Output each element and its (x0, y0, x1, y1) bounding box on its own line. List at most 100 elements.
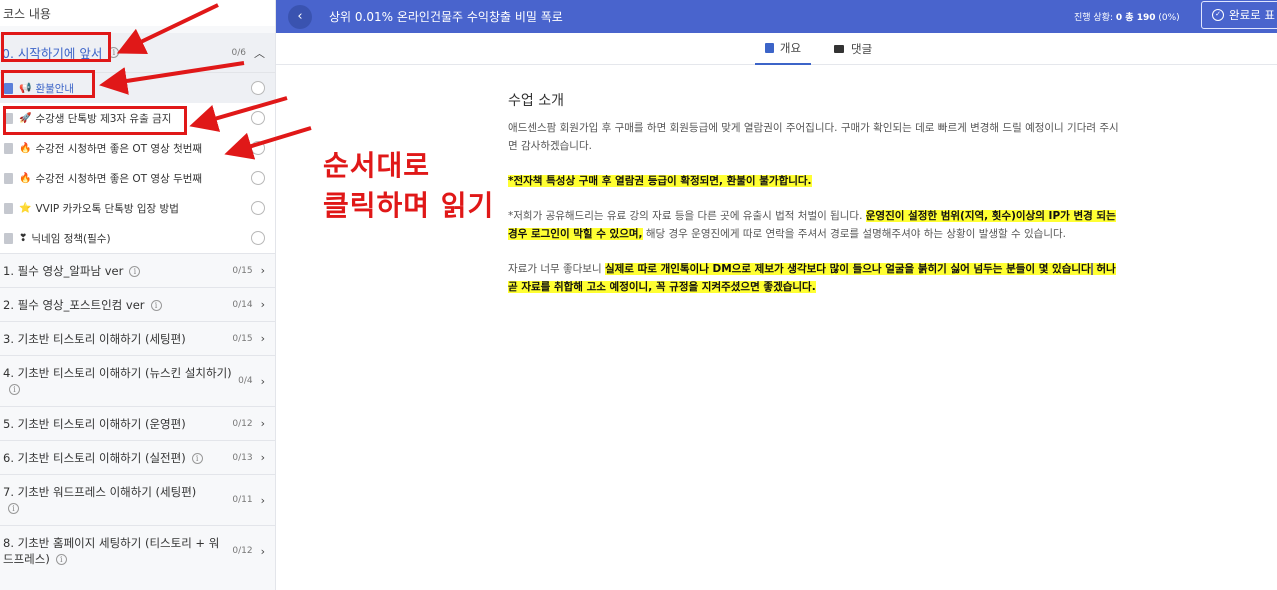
section-title: 3. 기초반 티스토리 이해하기 (세팅편) (3, 331, 186, 346)
section-title: 6. 기초반 티스토리 이해하기 (실전편) (3, 450, 186, 465)
info-icon[interactable]: i (129, 265, 141, 277)
section-count: 0/12 (232, 418, 253, 429)
section-count: 0/14 (232, 299, 253, 310)
info-icon[interactable]: i (108, 47, 120, 58)
lesson-complete-radio[interactable] (251, 231, 265, 245)
chevron-right-icon: › (260, 298, 265, 311)
document-icon (4, 202, 13, 214)
course-sidebar: 코스 내용 0. 시작하기에 앞서 i 0/6 ︿ 📢 환불안내 🚀 수강생 단… (0, 0, 276, 590)
section-0-title: 0. 시작하기에 앞서 (2, 46, 103, 61)
progress-status: 진행 상황: 0 총 190 (0%) (1074, 10, 1180, 23)
content-tabs: 개요 댓글 (276, 33, 1277, 65)
info-icon[interactable]: i (55, 554, 67, 565)
section-title: 5. 기초반 티스토리 이해하기 (운영편) (3, 416, 186, 431)
progress-label: 진행 상황: (1074, 13, 1114, 23)
section-title: 2. 필수 영상_포스트인컴 ver (3, 297, 145, 312)
lesson-item-no-leak[interactable]: 🚀 수강생 단톡방 제3자 유출 금지 (0, 103, 275, 133)
chevron-right-icon: › (260, 493, 265, 507)
lesson-item-refund[interactable]: 📢 환불안내 (0, 73, 275, 103)
app-root: 코스 내용 0. 시작하기에 앞서 i 0/6 ︿ 📢 환불안내 🚀 수강생 단… (0, 0, 1277, 590)
lesson-label: 환불안내 (35, 82, 75, 95)
sidebar-title: 코스 내용 (0, 0, 275, 26)
chevron-right-icon: › (260, 451, 265, 464)
section-title: 8. 기초반 홈페이지 세팅하기 (티스토리 + 워드프레스) (3, 536, 220, 566)
lesson-item-ot-1[interactable]: 🔥 수강전 시청하면 좋은 OT 영상 첫번째 (0, 133, 275, 163)
lesson-label: VVIP 카카오톡 단톡방 입장 방법 (35, 202, 179, 215)
lesson-label: 수강생 단톡방 제3자 유출 금지 (35, 112, 172, 125)
section-8-header[interactable]: 8. 기초반 홈페이지 세팅하기 (티스토리 + 워드프레스) i 0/12 › (0, 525, 275, 576)
refund-notice: *전자책 특성상 구매 후 열람권 등급이 확정되면, 환불이 불가합니다. (508, 172, 1120, 190)
section-0-header[interactable]: 0. 시작하기에 앞서 i 0/6 ︿ (0, 33, 275, 73)
chevron-right-icon: › (260, 332, 265, 345)
section-count: 0/15 (232, 265, 253, 276)
section-title: 7. 기초반 워드프레스 이해하기 (세팅편) (3, 485, 197, 499)
star-icon: ⭐ (19, 202, 32, 214)
check-circle-icon: ✓ (1212, 9, 1224, 21)
section-6-header[interactable]: 6. 기초반 티스토리 이해하기 (실전편) i 0/13 › (0, 440, 275, 474)
chevron-up-icon: ︿ (254, 46, 265, 60)
legal-notice: 자료가 너무 좋다보니 실제로 따로 개인톡이나 DM으로 제보가 생각보다 많… (508, 260, 1120, 296)
lecture-content: 수업 소개 애드센스팜 회원가입 후 구매를 하면 회원등급에 맞게 열람권이 … (508, 90, 1120, 313)
highlighted-text: *전자책 특성상 구매 후 열람권 등급이 확정되면, 환불이 불가합니다. (508, 175, 812, 187)
heart-exclamation-icon: ❣ (19, 232, 28, 244)
plain-text: 해당 경우 운영진에게 따로 연락을 주셔서 경로를 설명해주셔야 하는 상황이… (642, 228, 1066, 240)
lesson-label: 수강전 시청하면 좋은 OT 영상 첫번째 (35, 142, 203, 155)
lesson-complete-radio[interactable] (251, 81, 265, 95)
section-2-header[interactable]: 2. 필수 영상_포스트인컴 ver i 0/14 › (0, 287, 275, 321)
plain-text: 자료가 너무 좋다보니 (508, 263, 605, 275)
section-count: 0/13 (232, 452, 253, 463)
back-button[interactable]: ‹ (288, 4, 312, 29)
section-title: 1. 필수 영상_알파남 ver (3, 263, 124, 278)
lesson-item-nickname[interactable]: ❣ 닉네임 정책(필수) (0, 223, 275, 253)
section-7-header[interactable]: 7. 기초반 워드프레스 이해하기 (세팅편) i 0/11 › (0, 474, 275, 525)
fire-icon: 🔥 (19, 172, 32, 184)
lesson-item-vvip[interactable]: ⭐ VVIP 카카오톡 단톡방 입장 방법 (0, 193, 275, 223)
lesson-label: 수강전 시청하면 좋은 OT 영상 두번째 (35, 172, 203, 185)
info-icon[interactable]: i (150, 299, 162, 311)
intro-paragraph: 애드센스팜 회원가입 후 구매를 하면 회원등급에 맞게 열람권이 주어집니다.… (508, 122, 1119, 152)
chevron-right-icon: › (260, 374, 265, 388)
annotation-line-1: 순서대로 (323, 149, 431, 182)
rocket-icon: 🚀 (19, 112, 32, 124)
tab-comments-label: 댓글 (851, 42, 873, 56)
lesson-item-ot-2[interactable]: 🔥 수강전 시청하면 좋은 OT 영상 두번째 (0, 163, 275, 193)
highlighted-text: 실제로 따로 개인톡이나 DM으로 제보가 생각보다 많이 들으나 얼굴을 붉히… (604, 263, 1091, 275)
section-1-header[interactable]: 1. 필수 영상_알파남 ver i 0/15 › (0, 253, 275, 287)
progress-percent: (0%) (1158, 13, 1180, 23)
tab-comments[interactable]: 댓글 (834, 33, 872, 65)
lesson-label: 닉네임 정책(필수) (31, 232, 111, 245)
content-heading: 수업 소개 (508, 93, 564, 109)
section-0-count: 0/6 (231, 47, 246, 58)
chevron-left-icon: ‹ (297, 9, 303, 24)
chevron-right-icon: › (260, 417, 265, 430)
tab-overview-label: 개요 (779, 41, 802, 55)
document-icon (4, 172, 13, 184)
chevron-right-icon: › (260, 264, 265, 277)
lesson-complete-radio[interactable] (251, 111, 265, 125)
fire-icon: 🔥 (19, 142, 32, 154)
section-3-header[interactable]: 3. 기초반 티스토리 이해하기 (세팅편) 0/15 › (0, 321, 275, 355)
document-icon (4, 112, 13, 124)
document-icon (4, 142, 13, 154)
plain-text: *저희가 공유해드리는 유료 강의 자료 등을 다른 곳에 유출시 법적 처벌이… (508, 210, 866, 222)
section-count: 0/4 (238, 376, 253, 386)
section-4-header[interactable]: 4. 기초반 티스토리 이해하기 (뉴스킨 설치하기) i 0/4 › (0, 355, 275, 406)
info-icon[interactable]: i (9, 384, 20, 395)
annotation-text: 순서대로 클릭하며 읽기 (323, 146, 494, 226)
info-icon[interactable]: i (191, 452, 203, 464)
progress-value: 0 총 190 (1115, 13, 1156, 23)
lesson-complete-radio[interactable] (251, 171, 265, 185)
tab-overview[interactable]: 개요 (755, 33, 811, 65)
section-count: 0/11 (232, 495, 253, 505)
mark-complete-button[interactable]: ✓ 완료로 표 (1201, 1, 1277, 29)
mark-complete-label: 완료로 표 (1229, 8, 1275, 22)
document-icon (764, 43, 774, 53)
section-5-header[interactable]: 5. 기초반 티스토리 이해하기 (운영편) 0/12 › (0, 406, 275, 440)
chevron-right-icon: › (260, 544, 265, 558)
document-icon (4, 232, 13, 244)
section-count: 0/15 (232, 333, 253, 344)
lesson-complete-radio[interactable] (251, 201, 265, 215)
info-icon[interactable]: i (8, 503, 19, 514)
annotation-line-2: 클릭하며 읽기 (323, 189, 495, 222)
lesson-complete-radio[interactable] (251, 141, 265, 155)
